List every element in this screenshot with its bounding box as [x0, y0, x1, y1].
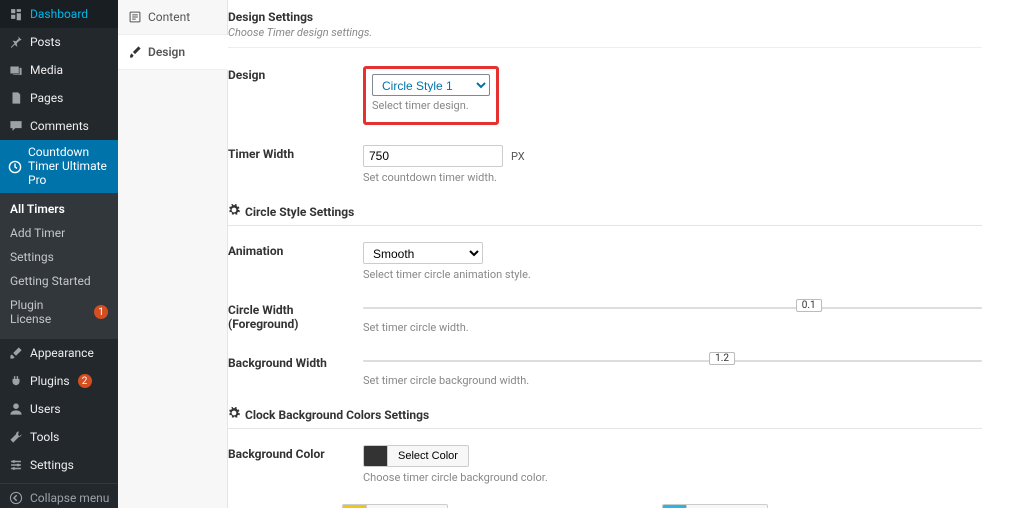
fg-select-button[interactable]: Select Color [366, 504, 448, 508]
submenu-settings[interactable]: Settings [0, 245, 118, 269]
sliders-icon [8, 457, 24, 473]
submenu-getting-started[interactable]: Getting Started [0, 269, 118, 293]
design-help: Select timer design. [372, 99, 490, 112]
design-label: Design [228, 66, 363, 82]
sidebar-item-label: Appearance [30, 346, 94, 360]
tab-label: Design [148, 45, 185, 59]
submenu-all-timers[interactable]: All Timers [0, 197, 118, 221]
gear-icon [228, 407, 240, 422]
bgc-help: Choose timer circle background color. [363, 471, 982, 484]
timer-width-help: Set countdown timer width. [363, 171, 982, 184]
comment-icon [8, 118, 24, 134]
submenu-label: Getting Started [10, 274, 91, 288]
sidebar-item-pages[interactable]: Pages [0, 84, 118, 112]
circle-width-help: Set timer circle width. [363, 321, 982, 334]
brush-icon [8, 345, 24, 361]
sidebar-collapse[interactable]: Collapse menu [0, 484, 118, 508]
page-icon [8, 90, 24, 106]
badge: 1 [94, 305, 108, 319]
media-icon [8, 62, 24, 78]
background-width-help: Set timer circle background width. [363, 374, 982, 387]
submenu-label: All Timers [10, 202, 65, 216]
sidebar-item-label: Countdown Timer Ultimate Pro [28, 146, 110, 187]
sidebar-item-media[interactable]: Media [0, 56, 118, 84]
brush-icon [128, 45, 142, 59]
design-select-highlight: Circle Style 1 Select timer design. [363, 66, 499, 125]
sidebar-submenu: All Timers Add Timer Settings Getting St… [0, 193, 118, 339]
user-icon [8, 401, 24, 417]
sidebar-item-settings[interactable]: Settings [0, 451, 118, 479]
bgc-swatch [363, 445, 387, 467]
sidebar-item-label: Settings [30, 458, 74, 472]
design-settings-panel: Design Settings Choose Timer design sett… [228, 0, 1012, 508]
timer-width-label: Timer Width [228, 145, 363, 161]
sidebar-item-tools[interactable]: Tools [0, 423, 118, 451]
timer-width-input[interactable] [363, 145, 503, 167]
dashboard-icon [8, 6, 24, 22]
wrench-icon [8, 429, 24, 445]
sidebar-item-users[interactable]: Users [0, 395, 118, 423]
fg-select-button[interactable]: Select Color [686, 504, 768, 508]
background-width-slider[interactable]: 1.2 [363, 354, 982, 370]
sidebar-item-comments[interactable]: Comments [0, 112, 118, 140]
fgc-label: Foreground Colors [228, 504, 342, 508]
tab-design[interactable]: Design [118, 35, 228, 70]
submenu-label: Add Timer [10, 226, 65, 240]
sidebar-item-label: Tools [30, 430, 59, 444]
collapse-icon [8, 490, 24, 506]
timer-width-suffix: PX [511, 150, 525, 163]
sidebar-item-label: Collapse menu [30, 491, 109, 505]
bgc-label: Background Color [228, 445, 363, 461]
panel-desc: Choose Timer design settings. [228, 26, 982, 48]
clock-bg-title: Clock Background Colors Settings [245, 408, 429, 422]
tab-label: Content [148, 10, 190, 24]
clock-icon [8, 159, 22, 175]
sidebar-item-countdown-timer[interactable]: Countdown Timer Ultimate Pro [0, 140, 118, 193]
fg-swatch [662, 504, 686, 508]
fg-color-item: Select ColorChoose timer hours circle co… [662, 504, 982, 508]
design-select[interactable]: Circle Style 1 [372, 74, 490, 96]
sidebar-item-label: Users [30, 402, 61, 416]
sidebar-item-label: Plugins [30, 374, 70, 388]
animation-select[interactable]: Smooth [363, 242, 483, 264]
plug-icon [8, 373, 24, 389]
tab-content[interactable]: Content [118, 0, 227, 35]
sidebar-item-dashboard[interactable]: Dashboard [0, 0, 118, 28]
badge: 2 [78, 374, 92, 388]
circle-settings-title: Circle Style Settings [245, 205, 354, 219]
sidebar-item-label: Pages [30, 91, 63, 105]
gear-icon [228, 204, 240, 219]
sidebar-item-label: Posts [30, 35, 61, 49]
pin-icon [8, 34, 24, 50]
sidebar-item-plugins[interactable]: Plugins 2 [0, 367, 118, 395]
background-width-value: 1.2 [709, 352, 735, 365]
circle-width-label: Circle Width (Foreground) [228, 301, 363, 331]
sidebar-item-label: Media [30, 63, 63, 77]
submenu-plugin-license[interactable]: Plugin License 1 [0, 293, 118, 331]
submenu-label: Settings [10, 250, 54, 264]
bgc-select-button[interactable]: Select Color [387, 445, 469, 467]
fg-swatch [342, 504, 366, 508]
settings-tabs: Content Design [118, 0, 228, 508]
circle-width-slider[interactable]: 0.1 [363, 301, 982, 317]
admin-sidebar: Dashboard Posts Media Pages Comments Cou… [0, 0, 118, 508]
submenu-add-timer[interactable]: Add Timer [0, 221, 118, 245]
sidebar-item-appearance[interactable]: Appearance [0, 339, 118, 367]
sidebar-item-label: Comments [30, 119, 89, 133]
sidebar-item-posts[interactable]: Posts [0, 28, 118, 56]
sidebar-item-label: Dashboard [30, 7, 88, 21]
circle-width-value: 0.1 [796, 299, 822, 312]
panel-title: Design Settings [228, 10, 982, 24]
submenu-label: Plugin License [10, 298, 86, 326]
fg-color-item: Select ColorChoose timer days circle col… [342, 504, 662, 508]
background-width-label: Background Width [228, 354, 363, 370]
content-icon [128, 10, 142, 24]
animation-label: Animation [228, 242, 363, 258]
animation-help: Select timer circle animation style. [363, 268, 982, 281]
